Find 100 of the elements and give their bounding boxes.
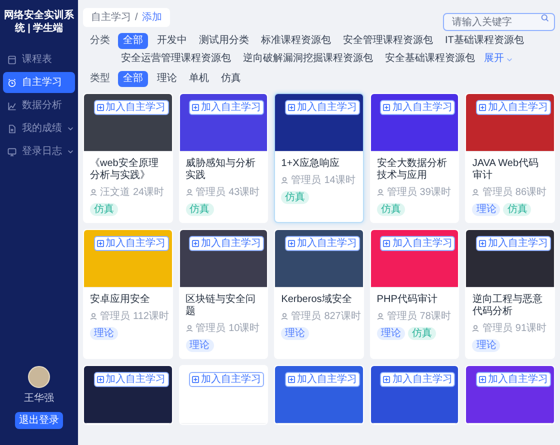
course-card[interactable]: 加入自主学习 逆向工程与恶意代码分析 管理员 91课时 理论 [465, 229, 555, 359]
course-title: 安全大数据分析技术与应用 [376, 158, 448, 182]
course-card[interactable]: 加入自主学习 [83, 365, 173, 425]
course-card[interactable]: 加入自主学习 Kerberos域安全 管理员 827课时 理论 [274, 229, 364, 359]
course-tag: 理论 [376, 327, 405, 340]
course-title: 逆向工程与恶意代码分析 [472, 294, 544, 318]
course-hours: 86课时 [515, 186, 547, 200]
course-card[interactable]: 加入自主学习 [274, 365, 364, 425]
course-card[interactable]: 加入自主学习 安卓应用安全 管理员 112课时 理论 [83, 229, 173, 359]
filter-option[interactable]: 全部 [118, 71, 148, 87]
course-tag: 仿真 [376, 203, 405, 216]
breadcrumb-link[interactable]: 添加 [142, 10, 162, 25]
filter-option[interactable]: 标准课程资源包 [258, 33, 334, 49]
user-icon [90, 313, 97, 320]
plus-square-icon [96, 240, 104, 247]
plus-square-icon [288, 104, 295, 111]
add-to-study-button[interactable]: 加入自主学习 [380, 100, 456, 115]
avatar [28, 366, 50, 388]
user-icon [472, 325, 480, 332]
user-icon [186, 325, 193, 332]
menu-item[interactable]: 登录日志 [3, 141, 75, 162]
course-title: JAVA Web代码审计 [472, 158, 540, 182]
menu-item[interactable]: 数据分析 [3, 95, 75, 116]
course-tag: 理论 [472, 203, 500, 216]
course-card[interactable]: 加入自主学习 安全大数据分析技术与应用 管理员 39课时 仿真 [370, 93, 460, 223]
add-to-study-button[interactable]: 加入自主学习 [380, 372, 456, 387]
course-title: 安卓应用安全 [90, 294, 151, 306]
filter-option[interactable]: 全部 [118, 33, 148, 49]
breadcrumb-link[interactable]: 自主学习 [91, 10, 131, 25]
add-to-study-button[interactable]: 加入自主学习 [189, 236, 264, 251]
filter-option[interactable]: 仿真 [218, 71, 244, 87]
filter-label: 类型 [90, 72, 111, 86]
course-tag: 理论 [472, 339, 500, 352]
app-title: 网络安全实训系统 | 学生端 [3, 8, 75, 36]
filter-option[interactable]: 开发中 [154, 33, 190, 49]
filter-option[interactable]: 安全基础课程资源包 [382, 51, 478, 67]
author-name: 管理员 [482, 186, 512, 200]
author-name: 管理员 [482, 322, 512, 336]
course-title: 威胁感知与分析实践 [186, 158, 257, 182]
plus-square-icon [288, 240, 295, 247]
logout-button[interactable]: 退出登录 [15, 412, 63, 429]
filter-option[interactable]: 逆向破解漏洞挖掘课程资源包 [240, 51, 376, 67]
filter-option[interactable]: 单机 [186, 71, 212, 87]
add-to-study-button[interactable]: 加入自主学习 [476, 236, 551, 251]
course-title: PHP代码审计 [376, 294, 438, 306]
course-tag: 仿真 [503, 203, 532, 216]
add-to-study-button[interactable]: 加入自主学习 [284, 372, 360, 387]
plus-square-icon [96, 376, 104, 383]
course-title: Kerberos域安全 [281, 294, 353, 306]
course-tag: 仿真 [90, 203, 118, 216]
user-icon [281, 313, 288, 320]
add-to-study-button[interactable]: 加入自主学习 [94, 372, 169, 387]
course-card[interactable]: 加入自主学习 威胁感知与分析实践 管理员 43课时 仿真 [178, 93, 268, 223]
course-tag: 仿真 [186, 203, 214, 216]
course-card[interactable]: 加入自主学习 [370, 365, 460, 425]
search-icon[interactable] [541, 14, 549, 22]
add-to-study-button[interactable]: 加入自主学习 [284, 236, 360, 251]
expand-link[interactable]: 展开 [484, 51, 513, 67]
course-hours: 14课时 [324, 174, 356, 188]
course-card[interactable]: 加入自主学习 JAVA Web代码审计 管理员 86课时 理论 仿真 [465, 93, 555, 223]
filter-option[interactable]: 理论 [154, 71, 180, 87]
user-icon [281, 177, 288, 184]
plus-square-icon [288, 376, 295, 383]
search-field[interactable]: 请输入关键字 [443, 13, 555, 31]
course-card[interactable]: 加入自主学习 [178, 365, 268, 425]
course-title: 区块链与安全问题 [186, 294, 257, 318]
menu-item[interactable]: 课程表 [3, 49, 75, 70]
course-tag: 仿真 [408, 327, 436, 340]
course-hours: 78课时 [420, 310, 451, 324]
plus-square-icon [383, 376, 390, 383]
author-name: 管理员 [100, 310, 130, 324]
add-to-study-button[interactable]: 加入自主学习 [189, 100, 264, 115]
plus-square-icon [192, 376, 200, 383]
author-name: 管理员 [291, 174, 322, 188]
alarm-clock-icon [7, 78, 17, 88]
add-to-study-button[interactable]: 加入自主学习 [94, 236, 169, 251]
course-card[interactable]: 加入自主学习 PHP代码审计 管理员 78课时 理论 仿真 [370, 229, 460, 359]
plus-square-icon [478, 376, 486, 383]
course-hours: 39课时 [420, 186, 451, 200]
menu-item[interactable]: 自主学习 [3, 72, 75, 93]
course-tag: 理论 [281, 327, 310, 340]
add-to-study-button[interactable]: 加入自主学习 [476, 100, 551, 115]
menu-item[interactable]: 我的成绩 [3, 118, 75, 139]
filter-option[interactable]: 安全管理课程资源包 [340, 33, 436, 49]
course-card[interactable]: 加入自主学习 《web安全原理分析与实践》 汪文道 24课时 仿真 [83, 93, 173, 223]
add-to-study-button[interactable]: 加入自主学习 [284, 100, 360, 115]
filter-option[interactable]: 测试用分类 [196, 33, 252, 49]
user-icon [376, 313, 384, 320]
course-tag: 仿真 [281, 191, 310, 204]
course-card[interactable]: 加入自主学习 1+X应急响应 管理员 14课时 仿真 [274, 93, 364, 223]
filter-option[interactable]: 安全运营管理课程资源包 [118, 51, 234, 67]
add-to-study-button[interactable]: 加入自主学习 [94, 100, 169, 115]
filter-option[interactable]: IT基础课程资源包 [442, 33, 527, 49]
course-card[interactable]: 加入自主学习 区块链与安全问题 管理员 10课时 理论 [178, 229, 268, 359]
plus-square-icon [383, 104, 390, 111]
add-to-study-button[interactable]: 加入自主学习 [476, 372, 551, 387]
add-to-study-button[interactable]: 加入自主学习 [189, 372, 264, 387]
author-name: 管理员 [386, 310, 417, 324]
add-to-study-button[interactable]: 加入自主学习 [380, 236, 456, 251]
course-card[interactable]: 加入自主学习 [465, 365, 555, 425]
